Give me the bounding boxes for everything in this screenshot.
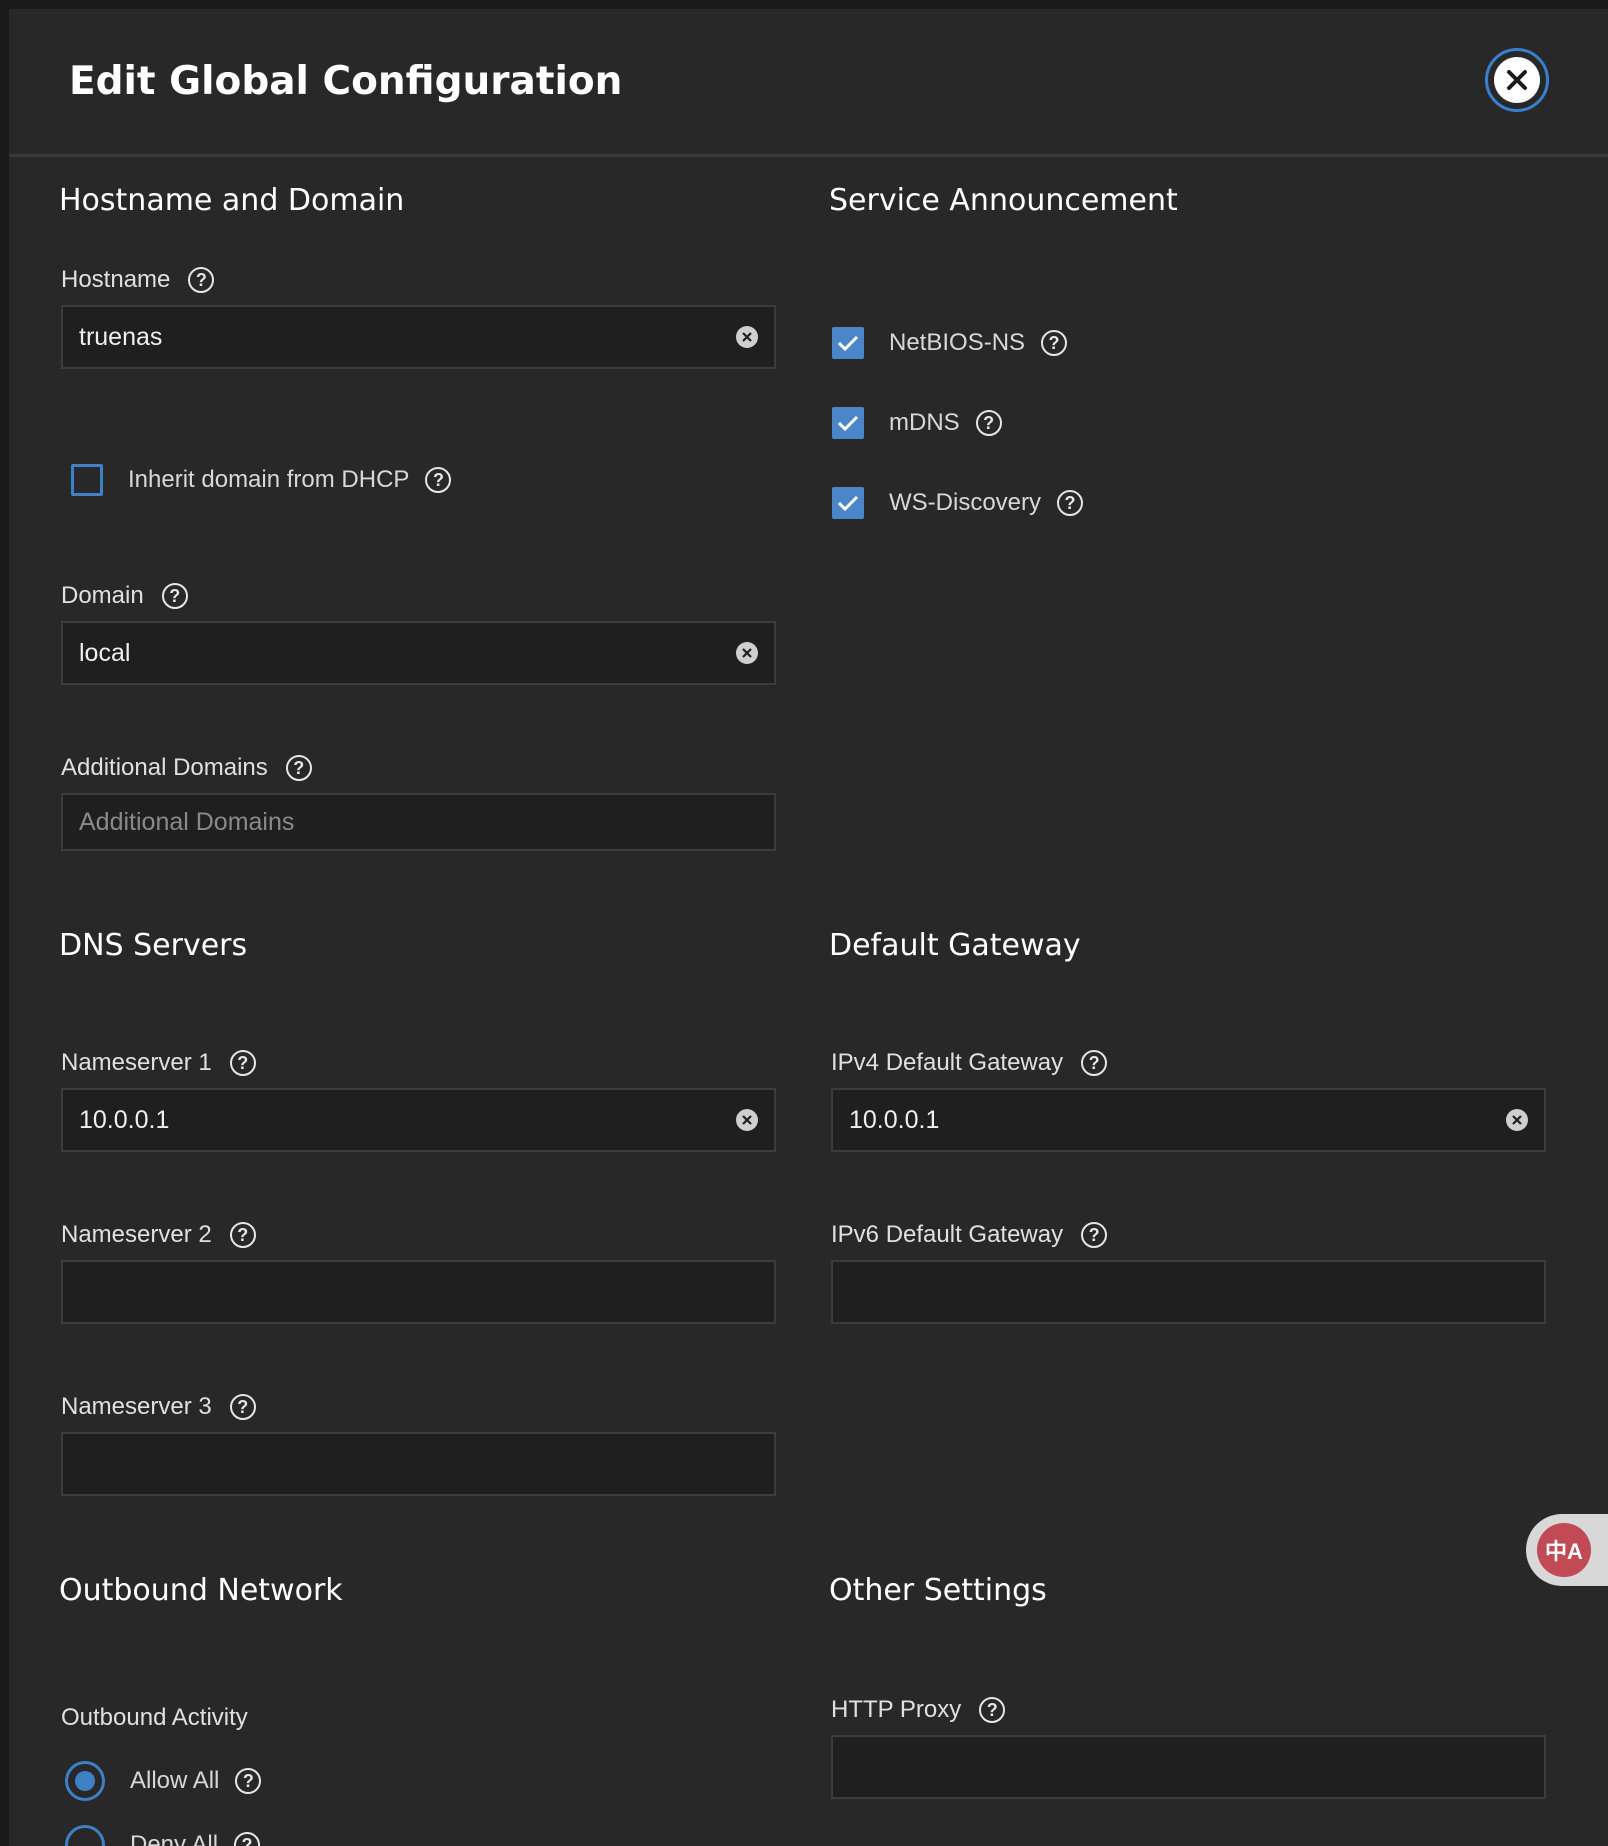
hostname-value: truenas [79,322,163,351]
clear-icon[interactable] [1506,1109,1528,1131]
help-icon[interactable]: ? [1081,1222,1108,1248]
check-icon [837,335,859,352]
help-icon[interactable]: ? [229,1394,256,1420]
other-settings-heading: Other Settings [829,1573,1047,1608]
close-button[interactable] [1485,48,1549,112]
inherit-domain-label: Inherit domain from DHCP [128,466,410,493]
domain-input[interactable]: local [61,621,776,685]
nameserver1-value: 10.0.0.1 [79,1105,170,1134]
additional-domains-placeholder: Additional Domains [79,807,295,836]
mdns-checkbox[interactable] [832,407,864,439]
allow-all-option[interactable]: Allow All ? [65,1761,262,1801]
nameserver3-label-text: Nameserver 3 [61,1393,212,1420]
http-proxy-label: HTTP Proxy ? [831,1696,1006,1724]
ipv6-gateway-label-text: IPv6 Default Gateway [831,1221,1064,1248]
outbound-activity-label-text: Outbound Activity [61,1704,248,1731]
inherit-domain-row[interactable]: Inherit domain from DHCP ? [71,464,452,496]
additional-domains-label: Additional Domains ? [61,754,312,782]
check-icon [837,415,859,432]
ipv6-gateway-label: IPv6 Default Gateway ? [831,1221,1108,1249]
domain-value: local [79,638,131,667]
nameserver1-label: Nameserver 1 ? [61,1049,256,1077]
help-icon[interactable]: ? [229,1050,256,1076]
clear-icon[interactable] [736,642,758,664]
dialog-header: Edit Global Configuration [9,9,1608,157]
help-icon[interactable]: ? [1081,1050,1108,1076]
radio-dot [75,1771,95,1791]
deny-all-label: Deny All [130,1831,219,1846]
hostname-input[interactable]: truenas [61,305,776,369]
http-proxy-label-text: HTTP Proxy [831,1696,962,1723]
nameserver1-input[interactable]: 10.0.0.1 [61,1088,776,1152]
deny-all-radio[interactable] [65,1825,105,1846]
outbound-activity-label: Outbound Activity [61,1704,248,1732]
mdns-label: mDNS [889,409,960,436]
help-icon[interactable]: ? [979,1697,1006,1723]
help-icon[interactable]: ? [1057,490,1084,516]
clear-icon[interactable] [736,326,758,348]
netbios-row[interactable]: NetBIOS-NS ? [832,327,1068,359]
allow-all-radio[interactable] [65,1761,105,1801]
help-icon[interactable]: ? [188,267,215,293]
additional-domains-input[interactable]: Additional Domains [61,793,776,851]
hostname-domain-heading: Hostname and Domain [59,183,405,218]
allow-all-label: Allow All [130,1767,220,1794]
translate-button[interactable]: 中A [1526,1514,1608,1586]
deny-all-option[interactable]: Deny All ? [65,1825,261,1846]
outbound-network-heading: Outbound Network [59,1573,343,1608]
help-icon[interactable]: ? [229,1222,256,1248]
global-config-dialog: Edit Global Configuration Hostname and D… [9,9,1608,1846]
check-icon [837,495,859,512]
nameserver2-input[interactable] [61,1260,776,1324]
ipv4-gateway-label: IPv4 Default Gateway ? [831,1049,1108,1077]
hostname-label-text: Hostname [61,266,171,293]
ipv6-gateway-input[interactable] [831,1260,1546,1324]
nameserver1-label-text: Nameserver 1 [61,1049,212,1076]
nameserver2-label: Nameserver 2 ? [61,1221,256,1249]
domain-label-text: Domain [61,582,144,609]
nameserver3-label: Nameserver 3 ? [61,1393,256,1421]
additional-domains-label-text: Additional Domains [61,754,268,781]
help-icon[interactable]: ? [235,1768,262,1794]
dialog-title: Edit Global Configuration [69,59,623,104]
ws-discovery-checkbox[interactable] [832,487,864,519]
netbios-label: NetBIOS-NS [889,329,1026,356]
help-icon[interactable]: ? [975,410,1002,436]
http-proxy-input[interactable] [831,1735,1546,1799]
help-icon[interactable]: ? [1041,330,1068,356]
default-gateway-heading: Default Gateway [829,928,1081,963]
help-icon[interactable]: ? [234,1832,261,1846]
netbios-checkbox[interactable] [832,327,864,359]
clear-icon[interactable] [736,1109,758,1131]
ipv4-gateway-label-text: IPv4 Default Gateway [831,1049,1064,1076]
domain-label: Domain ? [61,582,188,610]
translate-icon: 中A [1537,1523,1591,1577]
nameserver2-label-text: Nameserver 2 [61,1221,212,1248]
help-icon[interactable]: ? [285,755,312,781]
mdns-row[interactable]: mDNS ? [832,407,1002,439]
ws-discovery-row[interactable]: WS-Discovery ? [832,487,1084,519]
close-icon [1494,57,1540,103]
dns-servers-heading: DNS Servers [59,928,248,963]
ws-discovery-label: WS-Discovery [889,489,1042,516]
nameserver3-input[interactable] [61,1432,776,1496]
ipv4-gateway-input[interactable]: 10.0.0.1 [831,1088,1546,1152]
inherit-domain-checkbox[interactable] [71,464,103,496]
help-icon[interactable]: ? [161,583,188,609]
hostname-label: Hostname ? [61,266,215,294]
ipv4-gateway-value: 10.0.0.1 [849,1105,940,1134]
help-icon[interactable]: ? [425,467,452,493]
service-announcement-heading: Service Announcement [829,183,1178,218]
